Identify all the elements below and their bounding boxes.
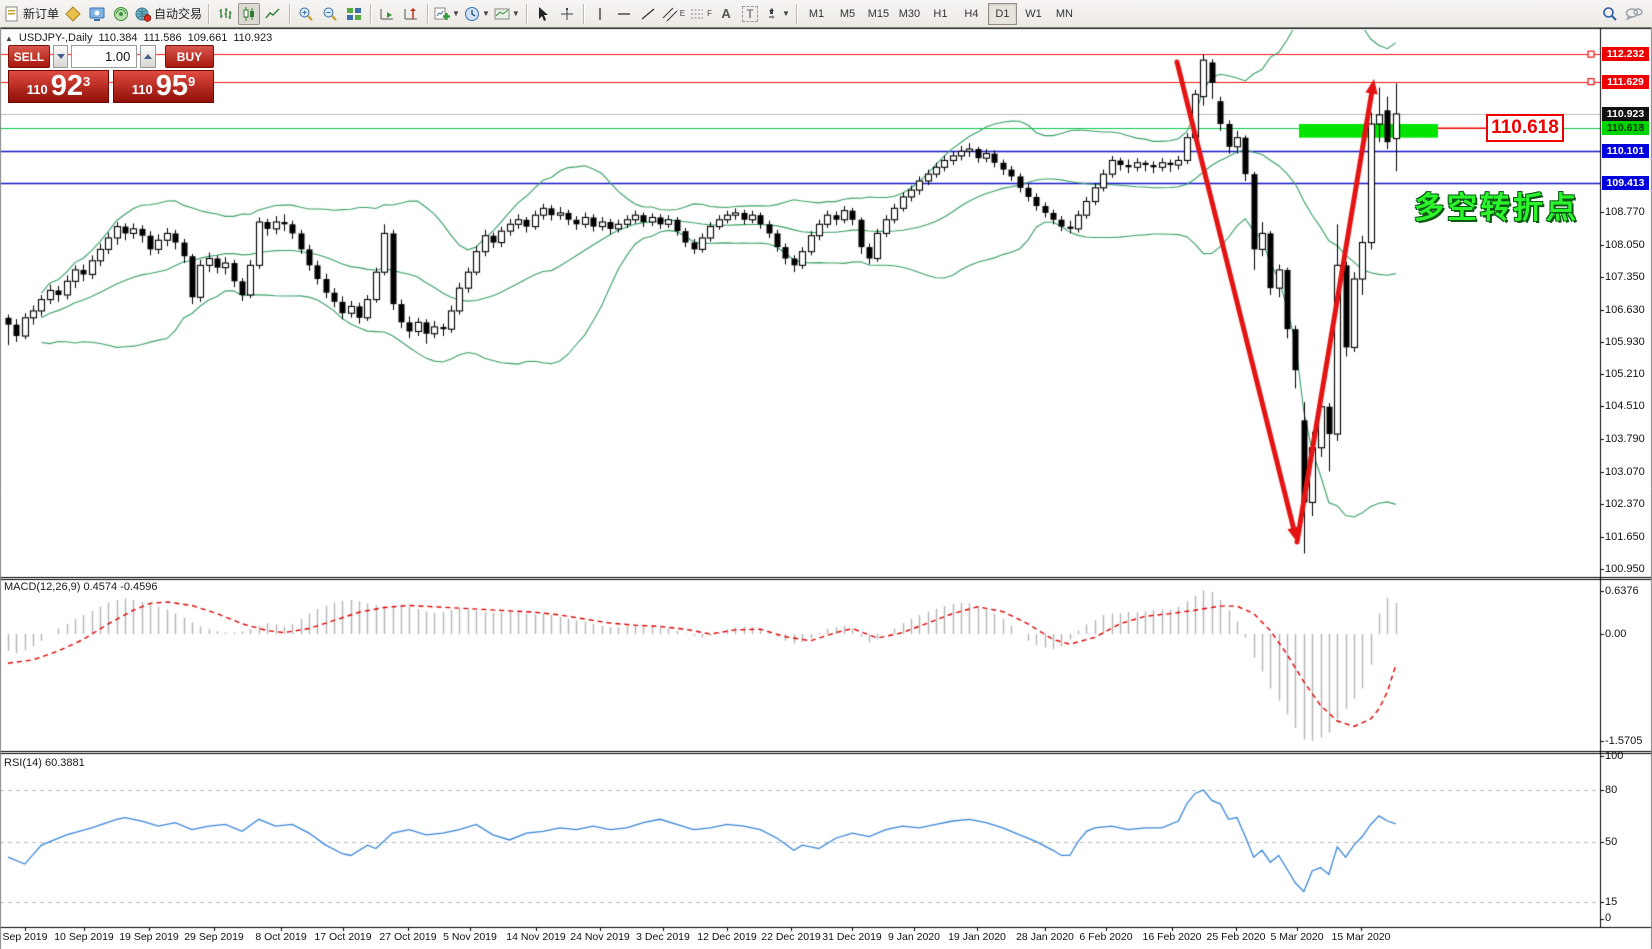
rsi-scale-tick: 80: [1605, 784, 1618, 796]
date-axis-label: Sep 2019: [2, 931, 48, 943]
symbol-marker-icon: ▲: [5, 33, 13, 43]
date-axis-label: 5 Nov 2019: [443, 931, 497, 943]
date-axis-label: 28 Jan 2020: [1016, 931, 1074, 943]
ohlc-high: 111.586: [143, 32, 182, 44]
price-scale-tick: 104.510: [1605, 400, 1645, 413]
date-axis-label: 14 Nov 2019: [506, 931, 566, 943]
price-chart-canvas[interactable]: [0, 0, 1652, 949]
date-axis-label: 16 Feb 2020: [1142, 931, 1202, 943]
date-axis-label: 9 Jan 2020: [888, 931, 940, 943]
spinner-down-icon: [56, 54, 65, 59]
volume-input[interactable]: 1.00: [71, 45, 138, 68]
macd-label: MACD(12,26,9) 0.4574 -0.4596: [4, 581, 158, 593]
date-axis-label: 8 Oct 2019: [255, 931, 307, 943]
price-tag-109.413: 109.413: [1602, 175, 1649, 190]
buy-button[interactable]: BUY: [164, 45, 214, 68]
ohlc-open: 110.384: [98, 32, 138, 44]
buy-price-button[interactable]: 110 95 9: [113, 70, 214, 103]
price-scale-tick: 105.930: [1605, 335, 1645, 348]
price-tag-110.923: 110.923: [1602, 106, 1649, 121]
price-scale-tick: 108.770: [1605, 206, 1645, 218]
ohlc-close: 110.923: [233, 32, 273, 44]
price-scale-tick: 105.210: [1605, 368, 1645, 381]
buy-price-handle: 110: [131, 82, 153, 97]
date-axis-label: 27 Oct 2019: [379, 931, 437, 943]
volume-decrease-button[interactable]: [52, 45, 69, 68]
price-tag-110.618: 110.618: [1602, 120, 1649, 135]
sell-price-handle: 110: [26, 82, 48, 97]
rsi-scale-tick: 0: [1605, 912, 1612, 924]
macd-scale-tick: 0.00: [1605, 628, 1627, 640]
zone-price-callout: 110.618: [1486, 114, 1564, 142]
buy-price-main: 95: [155, 70, 188, 102]
macd-scale-tick: 0.6376: [1605, 584, 1639, 597]
rsi-label: RSI(14) 60.3881: [4, 757, 85, 769]
price-scale-tick: 102.370: [1605, 497, 1645, 510]
symbol-name: USDJPY-,Daily: [18, 32, 93, 44]
date-axis-label: 25 Feb 2020: [1206, 931, 1266, 943]
sell-price-pip: 3: [83, 74, 91, 89]
price-scale-tick: 107.350: [1605, 270, 1645, 283]
price-tag-111.629: 111.629: [1602, 74, 1649, 89]
date-axis-label: 17 Oct 2019: [314, 931, 372, 943]
buy-price-pip: 9: [188, 74, 196, 89]
date-axis-label: 19 Jan 2020: [948, 931, 1006, 943]
date-axis-label: 15 Mar 2020: [1331, 931, 1391, 943]
rsi-scale-tick: 15: [1605, 895, 1618, 908]
price-scale-tick: 103.790: [1605, 433, 1645, 446]
date-axis-label: 10 Sep 2019: [54, 931, 114, 943]
price-tag-110.101: 110.101: [1602, 144, 1649, 159]
rsi-scale-tick: 50: [1605, 835, 1618, 848]
date-axis-label: 22 Dec 2019: [761, 931, 821, 943]
price-tag-112.232: 112.232: [1602, 47, 1649, 62]
date-axis-label: 19 Sep 2019: [119, 931, 179, 943]
price-scale-tick: 108.050: [1605, 238, 1645, 251]
mt4-terminal-window: { "toolbar": { "new_order_label": "新订单",…: [0, 0, 1652, 949]
rsi-scale-tick: 100: [1605, 749, 1624, 762]
date-axis-label: 24 Nov 2019: [570, 931, 630, 943]
chart-title: ▲ USDJPY-,Daily 110.384 111.586 109.661 …: [5, 32, 272, 44]
price-scale-tick: 100.950: [1605, 562, 1645, 575]
one-click-trading-panel: SELL 1.00 BUY 110 92 3 110 95 9: [8, 45, 214, 103]
date-axis-label: 12 Dec 2019: [697, 931, 757, 943]
sell-price-main: 92: [50, 70, 83, 102]
macd-scale-tick: -1.5705: [1605, 734, 1643, 747]
price-scale-tick: 101.650: [1605, 530, 1645, 543]
volume-increase-button[interactable]: [140, 45, 156, 68]
sell-price-button[interactable]: 110 92 3: [8, 70, 109, 103]
turning-point-annotation: 多空转折点: [1414, 192, 1579, 225]
price-scale-tick: 106.630: [1605, 303, 1645, 316]
price-scale-tick: 103.070: [1605, 465, 1645, 478]
date-axis-label: 3 Dec 2019: [636, 931, 690, 943]
ohlc-low: 109.661: [187, 32, 228, 44]
sell-button[interactable]: SELL: [8, 45, 50, 68]
date-axis-label: 29 Sep 2019: [184, 931, 244, 943]
date-axis-label: 31 Dec 2019: [822, 931, 882, 943]
spinner-up-icon: [144, 54, 153, 59]
date-axis-label: 6 Feb 2020: [1079, 931, 1133, 943]
date-axis-label: 5 Mar 2020: [1270, 931, 1324, 943]
